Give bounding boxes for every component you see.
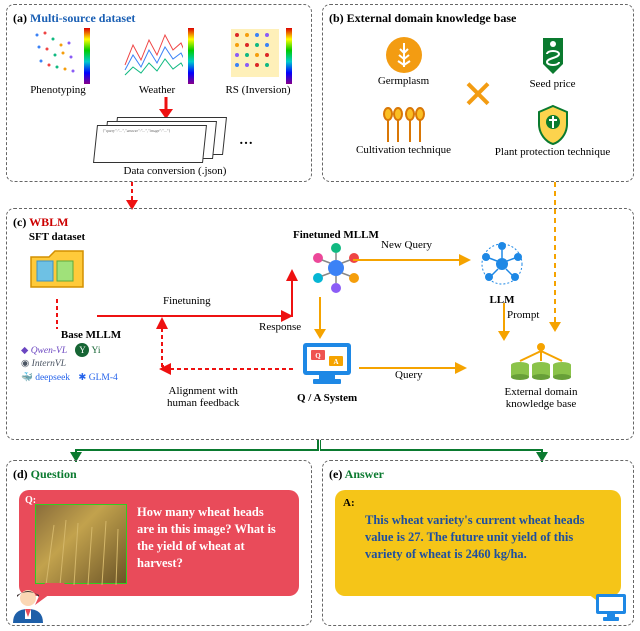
weather-block: Weather	[120, 28, 194, 96]
internvl-logo-icon: ◉	[21, 359, 29, 369]
llm-block: LLM	[475, 237, 529, 306]
x-cross-icon	[465, 81, 491, 107]
arrow-response-icon	[313, 297, 327, 339]
folder-icon	[27, 245, 87, 293]
json-file-icon: {"query":"...","answer":"...","image":".…	[93, 125, 207, 163]
wheat-icon	[384, 35, 424, 75]
arrow-finetuning-up-icon	[285, 269, 299, 317]
new-query-label: New Query	[381, 239, 432, 251]
connector-c-to-e-icon	[320, 440, 550, 462]
phenotyping-label: Phenotyping	[30, 84, 86, 96]
rs-label: RS (Inversion)	[225, 84, 290, 96]
connector-c-to-d-icon	[68, 440, 328, 462]
user-avatar-icon	[11, 587, 45, 623]
internvl-label: InternVL	[32, 359, 66, 369]
panel-b-title: (b) External domain knowledge base	[329, 11, 627, 26]
prompt-label: Prompt	[507, 309, 539, 321]
colorbar-icon	[188, 28, 194, 84]
qa-system-block: QA Q / A System	[297, 339, 357, 404]
svg-text:A: A	[334, 358, 339, 366]
external-kb-block: External domain knowledge base	[471, 343, 611, 410]
deepseek-logo-icon: 🐳	[21, 373, 33, 383]
qa-system-label: Q / A System	[297, 392, 357, 404]
weather-chart-icon	[120, 28, 186, 84]
deepseek-label: deepseek	[35, 373, 70, 383]
yi-label: Yi	[92, 346, 101, 356]
colorbar-icon	[84, 28, 90, 84]
answer-a-label: A:	[343, 496, 355, 511]
arrow-down-icon	[157, 97, 175, 119]
phenotyping-chart-icon	[26, 28, 82, 84]
shield-icon	[533, 102, 573, 146]
glm-label: GLM-4	[89, 373, 118, 383]
panel-c-title: (c) WBLM	[13, 215, 627, 230]
panel-a-title: (a) Multi-source dataset	[13, 11, 305, 26]
data-conversion-label: Data conversion (.json)	[95, 165, 255, 177]
response-label: Response	[259, 321, 301, 333]
phenotyping-block: Phenotyping	[26, 28, 90, 96]
sft-dataset-label: SFT dataset	[27, 231, 87, 243]
data-conversion-block: {"query":"...","answer":"...","image":".…	[95, 117, 255, 177]
panel-wblm: (c) WBLM SFT dataset Base MLLM ◆ Qwen-VL…	[6, 208, 634, 440]
finetuning-label: Finetuning	[163, 295, 211, 307]
ellipsis-icon: …	[239, 133, 253, 149]
query-label: Query	[395, 369, 423, 381]
cultivation-block: Cultivation technique	[329, 95, 478, 164]
panel-d-title: (d) Question	[13, 467, 305, 482]
answer-bubble: A: This wheat variety's current wheat he…	[335, 490, 621, 596]
database-cluster-icon	[508, 343, 574, 383]
finetuned-mllm-label: Finetuned MLLM	[293, 229, 379, 241]
external-kb-label: External domain knowledge base	[471, 386, 611, 410]
panel-external-knowledge-base: (b) External domain knowledge base Germp…	[322, 4, 634, 182]
weather-label: Weather	[139, 84, 175, 96]
cultivation-icon	[380, 104, 428, 144]
svg-text:Q: Q	[315, 352, 321, 360]
network-node-icon	[309, 241, 363, 295]
arrow-alignment-up-icon	[155, 317, 169, 367]
cultivation-label: Cultivation technique	[356, 144, 451, 156]
qwen-logo-icon: ◆	[21, 346, 28, 356]
qa-monitor-icon: QA	[299, 339, 355, 389]
llm-network-icon	[475, 237, 529, 291]
connector-a-to-c-icon	[125, 182, 139, 210]
glm-logo-icon: ✱	[78, 373, 86, 383]
question-q-label: Q:	[25, 494, 36, 508]
rs-chart-icon	[224, 28, 284, 84]
question-text: How many wheat heads are in this image? …	[137, 504, 283, 582]
base-mllm-block: Base MLLM ◆ Qwen-VL Y Yi ◉ InternVL 🐳 de…	[21, 329, 161, 385]
sft-dataset-block: SFT dataset	[27, 231, 87, 296]
question-bubble: Q: How many wheat heads are in this imag…	[19, 490, 299, 596]
panel-multi-source-dataset: (a) Multi-source dataset Phenotyping	[6, 4, 312, 182]
price-tag-icon	[533, 32, 573, 78]
seed-price-label: Seed price	[529, 78, 575, 90]
seed-price-block: Seed price	[478, 26, 627, 95]
base-mllm-label: Base MLLM	[21, 329, 161, 341]
answer-text: This wheat variety's current wheat heads…	[351, 504, 605, 563]
plant-protection-block: Plant protection technique	[478, 95, 627, 164]
yi-logo-icon: Y	[75, 343, 89, 357]
germplasm-label: Germplasm	[378, 75, 429, 87]
qwen-label: Qwen-VL	[31, 346, 67, 356]
colorbar-icon	[286, 28, 292, 84]
panel-question: (d) Question Q: How many wheat heads are…	[6, 460, 312, 626]
panel-answer: (e) Answer A: This wheat variety's curre…	[322, 460, 634, 626]
alignment-label: Alignment with human feedback	[167, 385, 239, 409]
arrow-newquery-to-llm-icon	[353, 253, 471, 267]
plant-protection-label: Plant protection technique	[495, 146, 610, 158]
panel-e-title: (e) Answer	[329, 467, 627, 482]
germplasm-block: Germplasm	[329, 26, 478, 95]
arrow-sft-to-base-icon	[51, 299, 63, 329]
rs-block: RS (Inversion)	[224, 28, 292, 96]
monitor-icon	[593, 591, 629, 623]
wheat-image-icon	[35, 504, 127, 584]
